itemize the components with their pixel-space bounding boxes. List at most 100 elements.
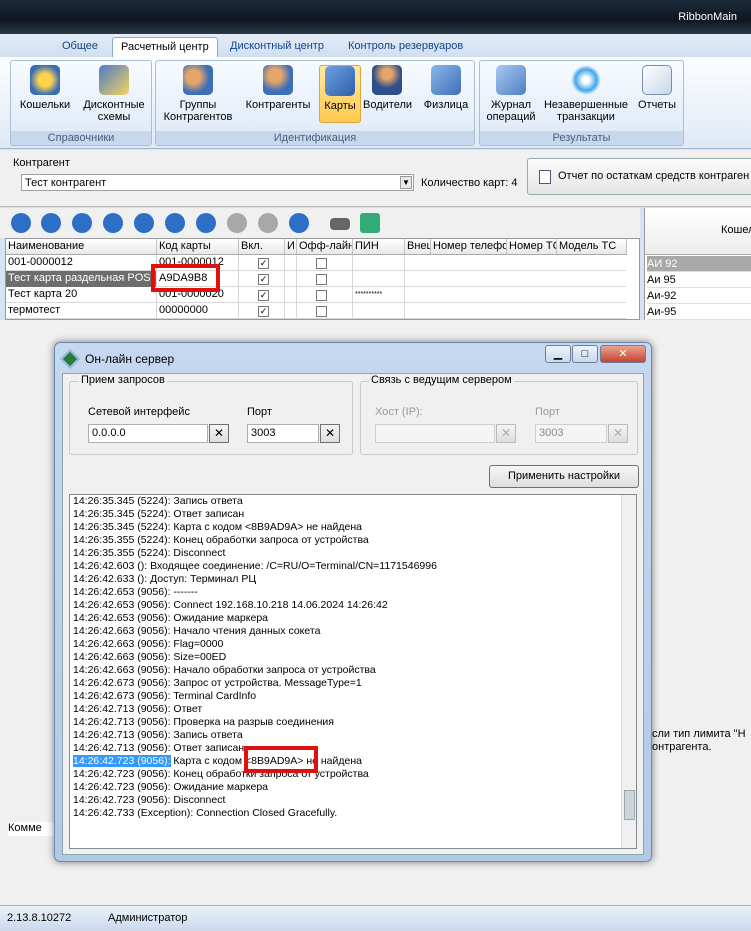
- grid-header[interactable]: Код карты: [157, 239, 239, 255]
- hint-text: сли тип лимита "Н онтрагента.: [652, 728, 746, 753]
- contractors-button[interactable]: Контрагенты: [242, 65, 314, 111]
- clear-master-port-icon[interactable]: ✕: [608, 424, 628, 443]
- cancel-record-icon[interactable]: [258, 213, 278, 233]
- cell-i[interactable]: [285, 255, 297, 271]
- grid-header[interactable]: Модель ТС: [557, 239, 627, 255]
- minimize-button[interactable]: ▁: [545, 345, 571, 363]
- host-input[interactable]: [375, 424, 495, 443]
- tab-tank-control[interactable]: Контроль резервуаров: [340, 37, 471, 57]
- tab-settlement-center[interactable]: Расчетный центр: [112, 37, 218, 57]
- port-input[interactable]: 3003: [247, 424, 319, 443]
- clear-port-icon[interactable]: ✕: [320, 424, 340, 443]
- table-row[interactable]: Тест карта 20 001-0000020 ********** ✓: [6, 287, 626, 303]
- offline-checkbox[interactable]: [316, 290, 327, 301]
- cell-pin[interactable]: [353, 255, 405, 271]
- offline-checkbox[interactable]: [316, 306, 327, 317]
- binoculars-icon[interactable]: [330, 218, 350, 230]
- log-scrollbar[interactable]: [621, 495, 636, 848]
- delete-record-icon[interactable]: [165, 213, 185, 233]
- grid-header[interactable]: Наименование: [6, 239, 157, 255]
- master-port-input[interactable]: 3003: [535, 424, 607, 443]
- grid-header[interactable]: Внеш: [405, 239, 431, 255]
- grid-header[interactable]: И: [285, 239, 297, 255]
- enabled-checkbox[interactable]: ✓: [258, 274, 269, 285]
- drivers-button[interactable]: Водители: [363, 65, 412, 111]
- contractor-combobox[interactable]: Тест контрагент ▼: [21, 174, 414, 191]
- maximize-button[interactable]: □: [572, 345, 598, 363]
- enabled-checkbox[interactable]: ✓: [258, 258, 269, 269]
- apply-settings-button[interactable]: Применить настройки: [489, 465, 639, 488]
- enabled-checkbox[interactable]: ✓: [258, 306, 269, 317]
- cell-i[interactable]: [285, 271, 297, 287]
- log-line: 14:26:42.663 (9056): Начало чтения данны…: [70, 625, 636, 638]
- enabled-checkbox[interactable]: ✓: [258, 290, 269, 301]
- tab-general[interactable]: Общее: [54, 37, 106, 57]
- contractor-groups-button[interactable]: Группы Контрагентов: [160, 65, 236, 123]
- log-view[interactable]: 14:26:35.345 (5224): Запись ответа 14:26:…: [69, 494, 637, 849]
- cards-button[interactable]: Карты: [319, 65, 361, 123]
- wallet-item[interactable]: Аи-95: [647, 304, 751, 320]
- offline-checkbox[interactable]: [316, 258, 327, 269]
- cell-name[interactable]: термотест: [6, 303, 157, 319]
- balance-report-button[interactable]: Отчет по остаткам средств контраген: [527, 158, 751, 195]
- cell-pin[interactable]: **********: [353, 287, 405, 303]
- export-icon[interactable]: [360, 213, 380, 233]
- log-line: 14:26:42.673 (9056): Terminal CardInfo: [70, 690, 636, 703]
- prev-record-icon[interactable]: [41, 213, 61, 233]
- grid-header[interactable]: Номер телефо: [431, 239, 507, 255]
- pending-transactions-button[interactable]: Незавершенные транзакции: [542, 65, 630, 123]
- clear-host-icon[interactable]: ✕: [496, 424, 516, 443]
- log-line: 14:26:42.663 (9056): Начало обработки за…: [70, 664, 636, 677]
- journal-button[interactable]: Журнал операций: [482, 65, 540, 123]
- cards-icon: [325, 66, 355, 96]
- master-legend: Связь с ведущим сервером: [369, 374, 514, 386]
- log-timestamp: 14:26:42.633 ():: [73, 573, 148, 585]
- discount-schemes-button[interactable]: Дисконтные схемы: [77, 65, 151, 123]
- cell-i[interactable]: [285, 303, 297, 319]
- cell-name[interactable]: Тест карта раздельная POS: [6, 271, 157, 287]
- clear-iface-icon[interactable]: ✕: [209, 424, 229, 443]
- chevron-down-icon[interactable]: ▼: [400, 176, 412, 189]
- log-line: 14:26:35.345 (5224): Запись ответа: [70, 495, 636, 508]
- cell-i[interactable]: [285, 287, 297, 303]
- offline-checkbox[interactable]: [316, 274, 327, 285]
- wallets-button[interactable]: Кошельки: [14, 65, 76, 111]
- grid-header[interactable]: Номер ТС: [507, 239, 557, 255]
- online-server-dialog: Он-лайн сервер ▁ □ ✕ Прием запросов Сете…: [54, 342, 652, 862]
- persons-button[interactable]: Физлица: [420, 65, 472, 111]
- log-line: 14:26:42.663 (9056): Size=00ED: [70, 651, 636, 664]
- grid-header[interactable]: Офф-лайн: [297, 239, 353, 255]
- post-record-icon[interactable]: [227, 213, 247, 233]
- first-record-icon[interactable]: [11, 213, 31, 233]
- journal-icon: [496, 65, 526, 95]
- cell-code[interactable]: 00000000: [157, 303, 239, 319]
- groups-icon: [183, 65, 213, 95]
- reports-button[interactable]: Отчеты: [632, 65, 682, 111]
- last-record-icon[interactable]: [103, 213, 123, 233]
- wallet-item[interactable]: АИ 92: [647, 256, 751, 272]
- log-timestamp: 14:26:35.345 (5224):: [73, 495, 171, 507]
- log-line: 14:26:42.633 (): Доступ: Терминал РЦ: [70, 573, 636, 586]
- log-line: 14:26:42.713 (9056): Запись ответа: [70, 729, 636, 742]
- cell-pin[interactable]: [353, 271, 405, 287]
- table-row[interactable]: 001-0000012 001-0000012 ✓: [6, 255, 626, 271]
- close-button[interactable]: ✕: [600, 345, 646, 363]
- host-label: Хост (IP):: [375, 406, 423, 418]
- wallet-item[interactable]: Аи 95: [647, 272, 751, 288]
- refresh-icon[interactable]: [289, 213, 309, 233]
- wallet-item[interactable]: Аи-92: [647, 288, 751, 304]
- cell-name[interactable]: 001-0000012: [6, 255, 157, 271]
- log-timestamp: 14:26:42.653 (9056):: [73, 586, 171, 598]
- edit-record-icon[interactable]: [196, 213, 216, 233]
- cell-pin[interactable]: [353, 303, 405, 319]
- table-row[interactable]: термотест 00000000 ✓: [6, 303, 626, 319]
- table-row[interactable]: Тест карта раздельная POS A9DA9B8 ✓: [6, 271, 626, 287]
- cell-name[interactable]: Тест карта 20: [6, 287, 157, 303]
- add-record-icon[interactable]: [134, 213, 154, 233]
- grid-header[interactable]: Вкл.: [239, 239, 285, 255]
- log-line: 14:26:35.355 (5224): Конец обработки зап…: [70, 534, 636, 547]
- iface-input[interactable]: 0.0.0.0: [88, 424, 208, 443]
- grid-header[interactable]: ПИН: [353, 239, 405, 255]
- next-record-icon[interactable]: [72, 213, 92, 233]
- tab-discount-center[interactable]: Дисконтный центр: [222, 37, 332, 57]
